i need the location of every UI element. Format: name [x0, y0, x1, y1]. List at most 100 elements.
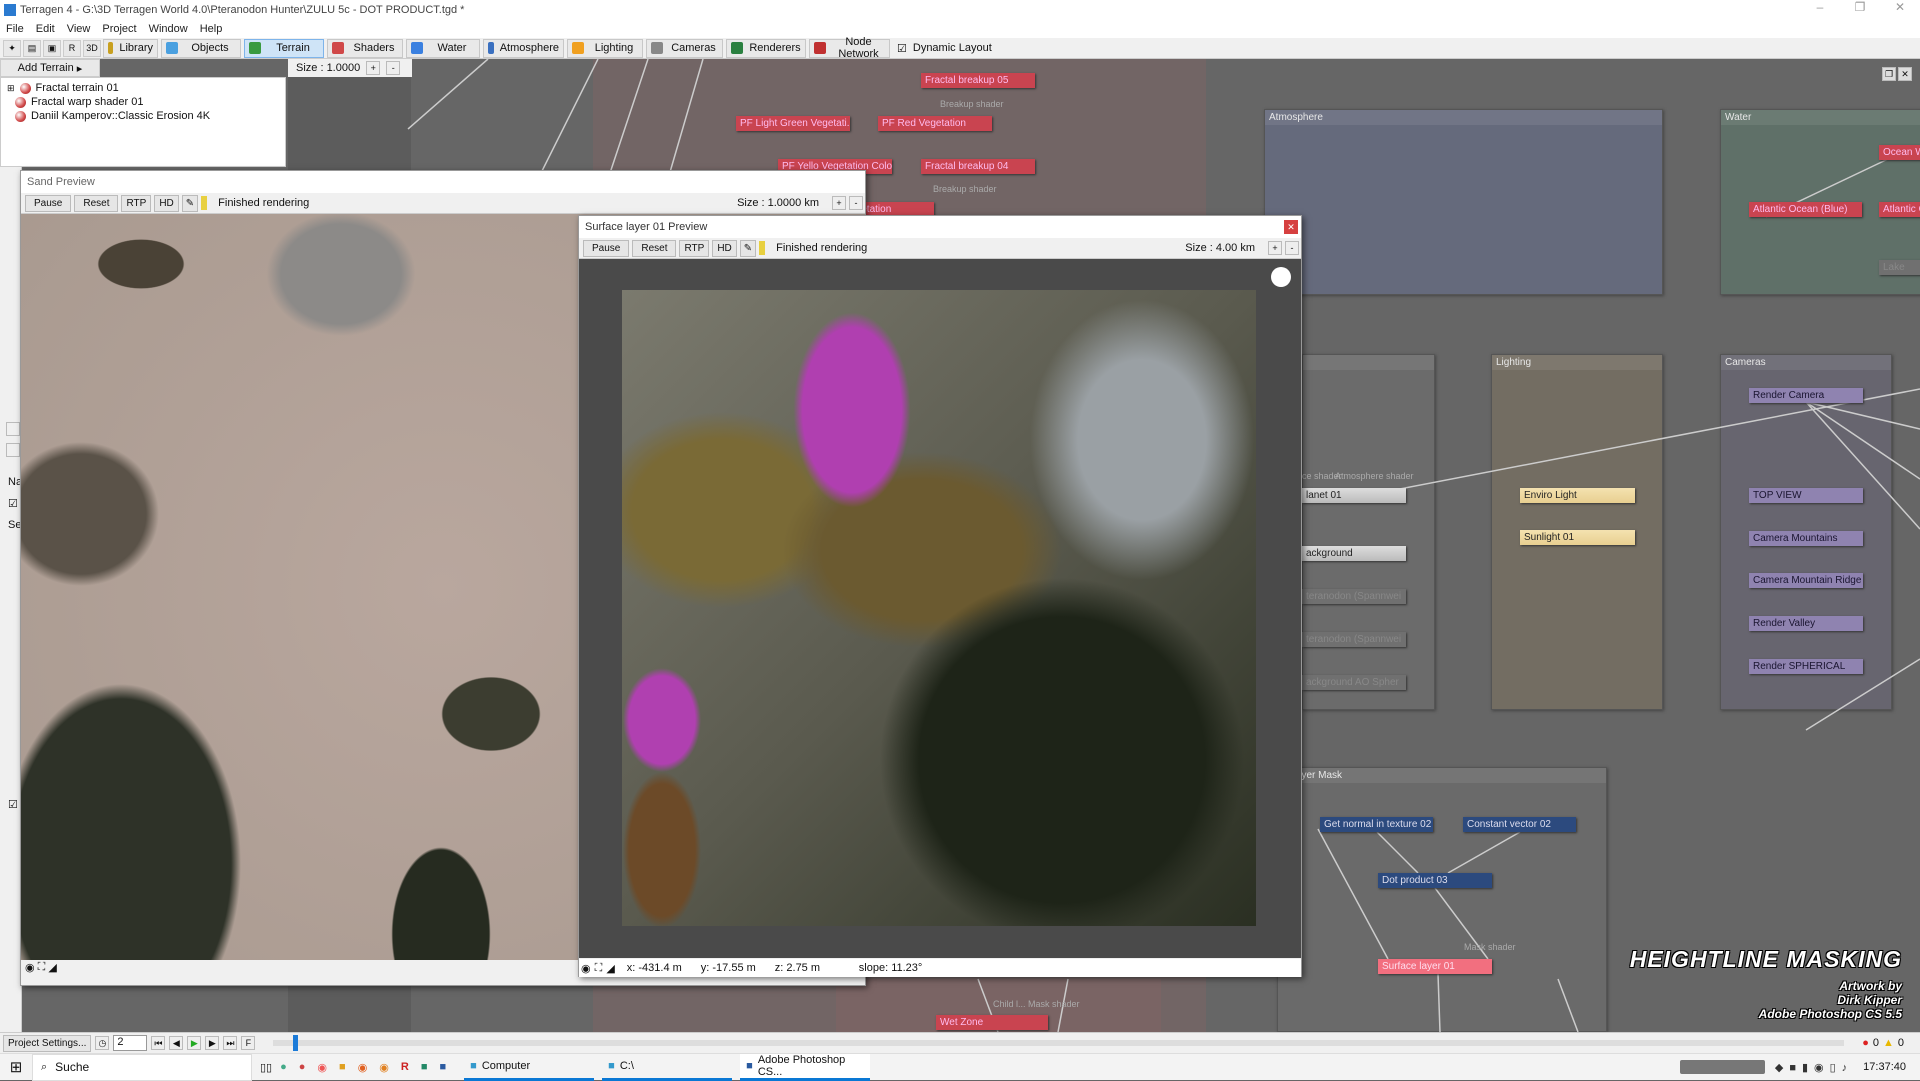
app-icon[interactable]: ◉ [317, 1061, 327, 1074]
menu-file[interactable]: File [6, 23, 24, 35]
task-photoshop[interactable]: ■ Adobe Photoshop CS... [740, 1053, 871, 1081]
zoom-in-button[interactable]: + [1268, 241, 1282, 255]
open-file-icon[interactable]: ▤ [23, 39, 41, 57]
menu-edit[interactable]: Edit [36, 23, 55, 35]
firefox-icon[interactable]: ◉ [358, 1061, 368, 1074]
checkbox-icon[interactable]: ☑ [8, 798, 18, 811]
reset-button[interactable]: Reset [632, 239, 677, 257]
toolbar-water-button[interactable]: Water [406, 38, 480, 58]
task-computer[interactable]: ■ Computer [464, 1054, 595, 1081]
play-button[interactable]: ▶ [187, 1036, 202, 1050]
expand-icon[interactable]: ⊞ [7, 83, 15, 94]
zoom-in-button[interactable]: + [366, 61, 381, 75]
reset-button[interactable]: Reset [74, 194, 119, 212]
node-ocean-w[interactable]: Ocean W [1879, 145, 1920, 160]
rtp-button[interactable]: RTP [679, 239, 710, 257]
toolbar-renderers-button[interactable]: Renderers [726, 38, 806, 58]
task-c-drive[interactable]: ■ C:\ [602, 1054, 733, 1081]
node-camera-mountains[interactable]: Camera Mountains [1749, 531, 1863, 546]
toolbar-shaders-button[interactable]: Shaders [327, 38, 403, 58]
preview-viewport[interactable] [579, 259, 1301, 958]
node-render-valley[interactable]: Render Valley [1749, 616, 1863, 631]
node-render-spherical[interactable]: Render SPHERICAL [1749, 659, 1863, 674]
eye-icon[interactable]: ◉ [25, 961, 35, 981]
keyframe-icon[interactable]: F [241, 1036, 256, 1050]
up-button[interactable] [6, 422, 20, 436]
node-fractal-breakup-05[interactable]: Fractal breakup 05 [921, 73, 1035, 88]
toolbar-atmosphere-button[interactable]: Atmosphere [483, 38, 564, 58]
node-sunlight-01[interactable]: Sunlight 01 [1520, 530, 1635, 545]
node-lanet-01[interactable]: lanet 01 [1302, 488, 1406, 503]
maximize-button[interactable]: ❐ [1840, 0, 1880, 20]
node-dot-product-03[interactable]: Dot product 03 [1378, 873, 1492, 888]
restore-icon[interactable]: ❐ [1882, 67, 1896, 81]
timeline-handle[interactable] [293, 1035, 299, 1051]
render-icon[interactable]: R [63, 39, 81, 57]
timeline-slider[interactable] [273, 1035, 1845, 1051]
slope-icon[interactable]: ◢ [606, 962, 614, 975]
node-pf-light-green-vegetati[interactable]: PF Light Green Vegetati... [736, 116, 850, 131]
zoom-out-button[interactable]: - [386, 61, 401, 75]
brush-icon[interactable]: ✎ [181, 194, 199, 212]
menu-help[interactable]: Help [200, 23, 223, 35]
task-view-icon[interactable]: ▯▯ [260, 1061, 272, 1074]
node-ackground-ao-spher[interactable]: ackground AO Spher [1302, 675, 1406, 690]
app-icon[interactable]: ◉ [379, 1061, 389, 1074]
tree-item[interactable]: Fractal warp shader 01 [7, 95, 279, 109]
node-camera-mountain-ridge[interactable]: Camera Mountain Ridge [1749, 573, 1863, 588]
pause-button[interactable]: Pause [583, 239, 630, 257]
windows-start-icon[interactable]: ⊞ [0, 1058, 32, 1076]
node-atlantic-ocean-blue[interactable]: Atlantic Ocean (Blue) [1749, 202, 1862, 217]
node-surface-layer-01[interactable]: Surface layer 01 [1378, 959, 1492, 974]
eye-icon[interactable]: ◉ [581, 962, 591, 975]
down-button[interactable] [6, 443, 20, 457]
focus-icon[interactable]: ⛶ [38, 961, 46, 981]
toolbar-node-network-button[interactable]: Node Network [809, 36, 890, 60]
toolbar-lighting-button[interactable]: Lighting [567, 38, 643, 58]
node-fractal-breakup-04[interactable]: Fractal breakup 04 [921, 159, 1035, 174]
node-top-view[interactable]: TOP VIEW [1749, 488, 1863, 503]
zoom-in-button[interactable]: + [832, 196, 846, 210]
close-button[interactable]: ✕ [1880, 0, 1920, 20]
system-tray-icons[interactable]: ◆■▮◉▯♪ [1775, 1061, 1853, 1074]
tree-item[interactable]: ⊞ Fractal terrain 01 [7, 81, 279, 95]
app-icon[interactable]: ● [280, 1061, 287, 1073]
app-icon[interactable]: ■ [421, 1061, 428, 1073]
exposure-icon[interactable] [759, 241, 766, 255]
frame-input[interactable]: 2 [113, 1035, 148, 1051]
project-settings-button[interactable]: Project Settings... [3, 1034, 92, 1052]
sun-direction-icon[interactable] [1271, 267, 1291, 287]
3d-preview-icon[interactable]: 3D [83, 39, 101, 57]
pause-button[interactable]: Pause [25, 194, 72, 212]
toolbar-terrain-button[interactable]: Terrain [244, 38, 324, 58]
toolbar-library-button[interactable]: Library [103, 38, 158, 58]
search-box[interactable]: ⌕ Suche [32, 1053, 252, 1081]
toolbar-cameras-button[interactable]: Cameras [646, 38, 723, 58]
app-icon[interactable]: R [401, 1061, 409, 1073]
surface-preview-render[interactable] [622, 290, 1256, 926]
slope-icon[interactable]: ◢ [48, 961, 56, 981]
focus-icon[interactable]: ⛶ [595, 962, 603, 975]
node-pf-red-vegetation[interactable]: PF Red Vegetation [878, 116, 992, 131]
menu-project[interactable]: Project [102, 23, 136, 35]
exposure-icon[interactable] [201, 196, 208, 210]
hd-button[interactable]: HD [712, 239, 737, 257]
new-file-icon[interactable]: ✦ [3, 39, 21, 57]
node-teranodon-spannwei[interactable]: teranodon (Spannwei [1302, 632, 1406, 647]
rtp-button[interactable]: RTP [121, 194, 152, 212]
zoom-out-button[interactable]: - [1285, 241, 1299, 255]
menu-view[interactable]: View [67, 23, 91, 35]
node-enviro-light[interactable]: Enviro Light [1520, 488, 1635, 503]
save-icon[interactable]: ▣ [43, 39, 61, 57]
node-constant-vector-02[interactable]: Constant vector 02 [1463, 817, 1576, 832]
node-render-camera[interactable]: Render Camera [1749, 388, 1863, 403]
last-frame-button[interactable]: ⏭ [223, 1036, 238, 1050]
toolbar-objects-button[interactable]: Objects [161, 38, 241, 58]
tray-widget[interactable] [1679, 1060, 1765, 1074]
node-lake[interactable]: Lake [1879, 260, 1920, 275]
app-icon[interactable]: ● [299, 1061, 306, 1073]
close-icon[interactable]: ✕ [1898, 67, 1912, 81]
prev-frame-button[interactable]: ◀ [169, 1036, 184, 1050]
first-frame-button[interactable]: ⏮ [151, 1036, 166, 1050]
explorer-icon[interactable]: ■ [339, 1061, 346, 1073]
